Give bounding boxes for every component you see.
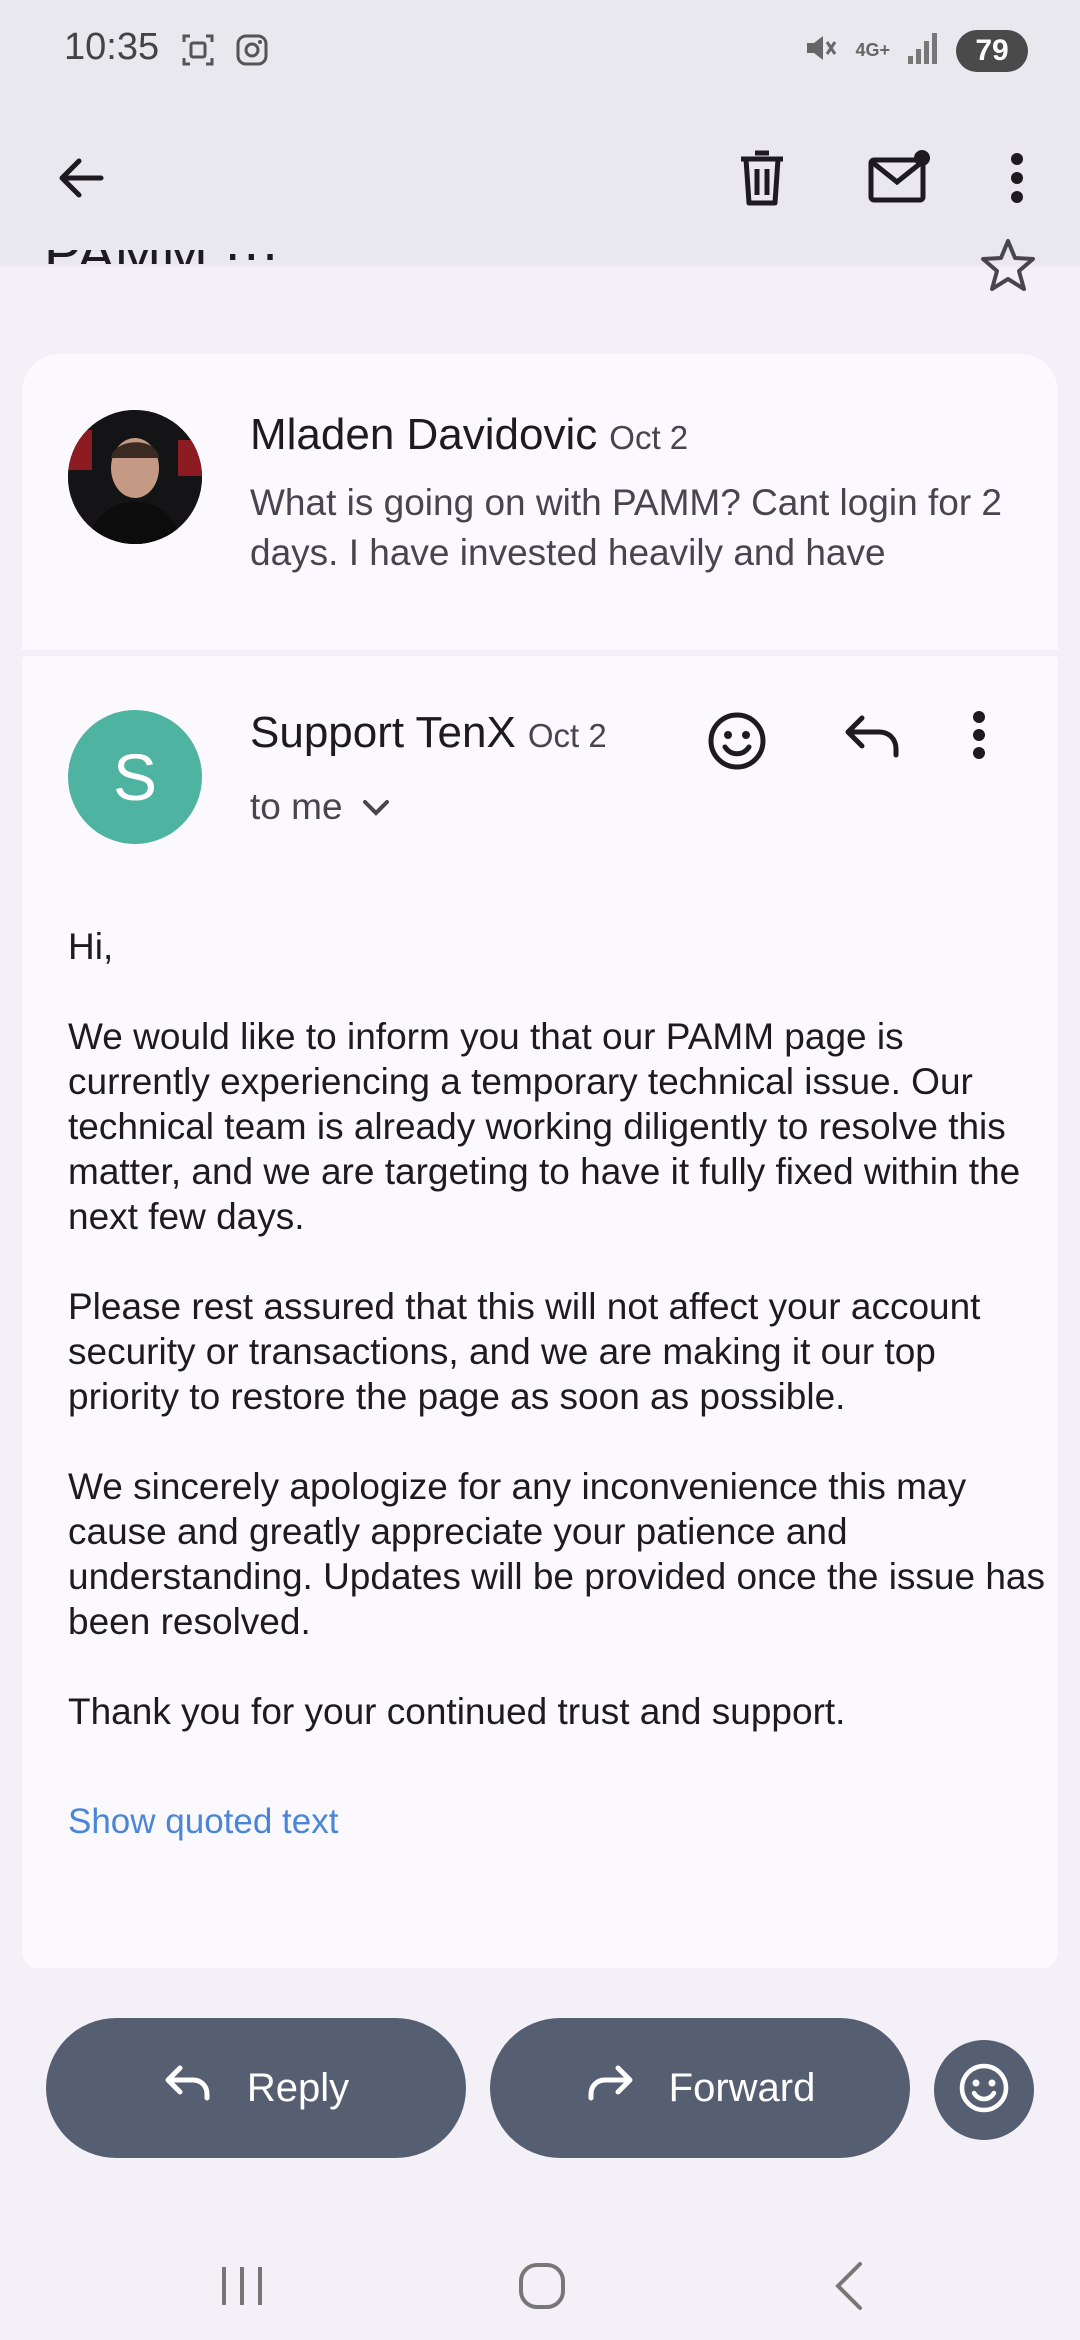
body-paragraph: Thank you for your continued trust and s…: [68, 1691, 846, 1732]
home-icon: [517, 2261, 567, 2316]
status-bar: 10:35 4G+ 79: [0, 0, 1080, 100]
add-reaction-button[interactable]: [706, 710, 778, 782]
star-button[interactable]: [978, 236, 1048, 306]
instagram-icon: [232, 30, 272, 75]
screenshot-icon: [178, 30, 218, 75]
sender-name: Support TenX: [250, 708, 516, 757]
more-vert-icon: [1010, 152, 1024, 209]
reply-button[interactable]: Reply: [46, 2018, 466, 2158]
body-paragraph: Please rest assured that this will not a…: [68, 1286, 981, 1417]
recent-apps-button[interactable]: [202, 2248, 282, 2328]
sender-name: Mladen Davidovic: [250, 410, 598, 459]
star-icon: [978, 239, 1038, 300]
forward-icon: [585, 2062, 635, 2114]
reply-label: Reply: [246, 2065, 350, 2110]
trash-icon: [737, 149, 787, 212]
more-options-button[interactable]: [990, 140, 1044, 220]
react-button[interactable]: [934, 2040, 1034, 2140]
recipient-details-toggle[interactable]: to me: [250, 786, 391, 828]
bottom-actions: Reply Forward: [0, 2018, 1080, 2158]
signal-icon: [906, 30, 940, 71]
mark-unread-button[interactable]: [858, 140, 942, 220]
mute-icon: [799, 28, 839, 73]
emoji-icon: [706, 712, 768, 776]
email-subject: PAMM ···: [44, 250, 604, 264]
subject-text: PAMM ···: [44, 250, 279, 264]
forward-label: Forward: [668, 2065, 816, 2110]
forward-button[interactable]: Forward: [490, 2018, 910, 2158]
more-vert-icon: [972, 711, 986, 764]
back-button[interactable]: [40, 140, 120, 220]
recipient-label: to me: [250, 786, 343, 827]
body-paragraph: We would like to inform you that our PAM…: [68, 1016, 1021, 1237]
message-date: Oct 2: [609, 419, 689, 456]
network-type: 4G+: [855, 40, 890, 60]
body-paragraph: Hi,: [68, 926, 114, 967]
chevron-left-icon: [828, 2260, 868, 2317]
avatar: [68, 410, 202, 544]
mail-unread-icon: [868, 149, 932, 211]
status-time: 10:35: [64, 26, 160, 68]
home-button[interactable]: [502, 2248, 582, 2328]
sender-line: Support TenX Oct 2: [250, 708, 607, 758]
navigation-bar: [0, 2220, 1080, 2340]
reply-icon: [163, 2062, 213, 2114]
message-more-button[interactable]: [972, 710, 1012, 782]
battery-level: 79: [956, 29, 1028, 72]
status-icons-left: [178, 30, 272, 75]
reply-icon: [842, 715, 902, 764]
recent-apps-icon: [217, 2263, 267, 2314]
collapsed-message[interactable]: Mladen Davidovic Oct 2 What is going on w…: [22, 354, 1058, 650]
emoji-icon: [957, 2061, 1011, 2120]
reply-icon-button[interactable]: [842, 710, 914, 782]
delete-button[interactable]: [722, 140, 802, 220]
avatar: S: [68, 710, 202, 844]
body-paragraph: We sincerely apologize for any inconveni…: [68, 1466, 1046, 1642]
chevron-down-icon: [361, 786, 391, 828]
sender-line: Mladen Davidovic Oct 2: [250, 410, 688, 460]
message-snippet: What is going on with PAMM? Cant login f…: [250, 482, 1002, 573]
back-nav-button[interactable]: [808, 2248, 888, 2328]
arrow-back-icon: [53, 151, 107, 210]
message-date: Oct 2: [527, 717, 607, 754]
app-bar: [0, 100, 1080, 264]
expanded-message: S Support TenX Oct 2 to me Hi, We would l…: [22, 656, 1058, 1968]
show-quoted-text-link[interactable]: Show quoted text: [68, 1802, 338, 1842]
status-icons-right: 4G+ 79: [799, 28, 1028, 73]
message-body: Hi, We would like to inform you that our…: [68, 924, 1048, 1779]
